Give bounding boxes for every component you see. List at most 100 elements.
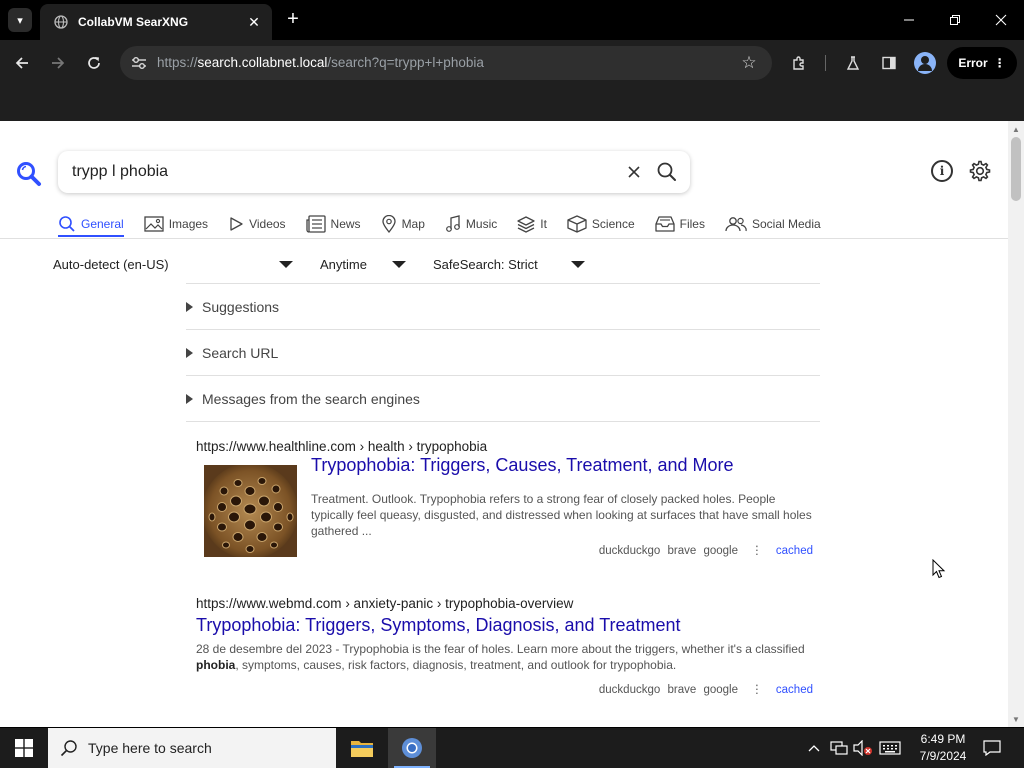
notifications-icon[interactable]	[980, 728, 1004, 768]
url-text[interactable]: https://search.collabnet.local/search?q=…	[157, 55, 484, 70]
scroll-down-arrow-icon[interactable]: ▼	[1008, 713, 1024, 725]
tab-music[interactable]: Music	[445, 213, 497, 235]
site-settings-icon[interactable]	[128, 52, 150, 74]
mouse-pointer-icon	[932, 559, 946, 579]
result-title-link[interactable]: Trypophobia: Triggers, Symptoms, Diagnos…	[196, 615, 814, 636]
tab-files[interactable]: Files	[654, 213, 705, 235]
panels-divider	[186, 421, 820, 422]
bookmarks-bar	[0, 86, 1024, 121]
tab-label: Music	[465, 217, 498, 231]
scroll-up-arrow-icon[interactable]: ▲	[1008, 123, 1024, 135]
system-clock[interactable]: 6:49 PM 7/9/2024	[908, 731, 978, 765]
settings-gear-icon[interactable]	[968, 159, 992, 183]
tab-science[interactable]: Science	[567, 213, 635, 235]
tab-videos[interactable]: Videos	[228, 213, 286, 235]
snippet-text: , symptoms, causes, risk factors, diagno…	[235, 658, 677, 672]
show-hidden-icons-chevron-icon[interactable]	[804, 728, 824, 768]
chrome-taskbar-button[interactable]	[388, 728, 436, 768]
clock-date: 7/9/2024	[919, 749, 967, 763]
close-window-button[interactable]	[978, 0, 1024, 40]
windows-taskbar: Type here to search 6:49 PM 7/9/2024	[0, 728, 1024, 768]
tab-label: Social Media	[751, 217, 821, 231]
search-submit-icon[interactable]	[656, 161, 680, 183]
keyboard-icon[interactable]	[876, 728, 904, 768]
tab-strip: ▾ CollabVM SearXNG ✕ +	[0, 0, 1024, 40]
search-url-panel[interactable]: Search URL	[186, 329, 820, 376]
minimize-button[interactable]	[886, 0, 932, 40]
tab-map[interactable]: Map	[381, 213, 425, 235]
chevron-down-icon[interactable]	[279, 261, 293, 268]
tab-it[interactable]: It	[517, 213, 547, 235]
panel-label: Messages from the search engines	[202, 391, 420, 407]
searxng-logo-icon[interactable]	[16, 161, 42, 187]
volume-muted-icon[interactable]	[852, 728, 874, 768]
clock-time: 6:49 PM	[920, 732, 966, 746]
globe-icon	[54, 15, 68, 29]
forward-button[interactable]	[45, 50, 71, 76]
cached-link[interactable]: cached	[776, 684, 813, 696]
scrollbar-thumb[interactable]	[1011, 137, 1021, 201]
result-url[interactable]: https://www.webmd.com › anxiety-panic › …	[196, 596, 814, 611]
engine-name: google	[703, 684, 738, 696]
tab-search-button[interactable]: ▾	[8, 8, 32, 32]
page-viewport: trypp l phobia i General Images Videos N…	[0, 121, 1008, 727]
reload-button[interactable]	[81, 50, 107, 76]
tab-news[interactable]: News	[305, 213, 361, 235]
result-breadcrumb: › anxiety-panic › trypophobia-overview	[345, 596, 574, 611]
start-button[interactable]	[0, 728, 48, 768]
engine-name: google	[703, 545, 738, 557]
chevron-down-icon[interactable]	[571, 261, 585, 268]
result-url[interactable]: https://www.healthline.com › health › tr…	[196, 439, 814, 454]
error-menu-button[interactable]: Error ⋮	[947, 47, 1017, 79]
search-input[interactable]: trypp l phobia	[72, 163, 168, 181]
safesearch-select[interactable]: SafeSearch: Strict	[433, 257, 538, 272]
url-path: /search?q=trypp+l+phobia	[327, 55, 484, 70]
chevron-down-icon[interactable]	[392, 261, 406, 268]
search-icon	[60, 740, 77, 757]
back-button[interactable]	[9, 50, 35, 76]
suggestions-panel[interactable]: Suggestions	[186, 283, 820, 330]
header-divider	[0, 238, 1008, 239]
chrome-icon	[402, 738, 422, 758]
result-title-link[interactable]: Trypophobia: Triggers, Causes, Treatment…	[311, 455, 734, 476]
tab-label: Videos	[249, 217, 286, 231]
layers-icon	[517, 216, 535, 233]
time-range-select[interactable]: Anytime	[320, 257, 367, 272]
result-host: https://www.healthline.com	[196, 439, 356, 454]
active-tab[interactable]: CollabVM SearXNG ✕	[40, 4, 272, 40]
labs-flask-icon[interactable]	[842, 52, 864, 74]
active-tab-indicator	[58, 235, 124, 237]
profile-avatar-icon[interactable]	[914, 52, 936, 74]
page-scrollbar[interactable]: ▲ ▼	[1008, 121, 1024, 727]
restore-button[interactable]	[932, 0, 978, 40]
side-panel-icon[interactable]	[878, 52, 900, 74]
cached-link[interactable]: cached	[776, 545, 813, 557]
taskbar-search-box[interactable]: Type here to search	[48, 728, 336, 768]
image-icon	[144, 216, 164, 232]
play-icon	[230, 217, 243, 231]
tab-label: It	[540, 217, 547, 231]
info-icon[interactable]: i	[931, 160, 953, 182]
tab-label: Science	[591, 217, 635, 231]
new-tab-button[interactable]: +	[282, 8, 304, 30]
tab-label: General	[81, 217, 124, 231]
result-breadcrumb: › health › trypophobia	[359, 439, 488, 454]
taskbar-search-placeholder: Type here to search	[88, 740, 212, 756]
tab-general[interactable]: General	[58, 213, 124, 235]
engine-name: duckduckgo	[598, 545, 661, 557]
tab-social-media[interactable]: Social Media	[725, 213, 821, 235]
network-icon[interactable]	[828, 728, 850, 768]
result-thumbnail[interactable]	[204, 465, 297, 557]
engine-messages-panel[interactable]: Messages from the search engines	[186, 375, 820, 422]
bookmark-star-icon[interactable]: ☆	[738, 52, 760, 74]
file-explorer-taskbar-button[interactable]	[338, 728, 386, 768]
url-host: search.collabnet.local	[197, 55, 328, 70]
result-engines: duckduckgo brave google ⋮ cached	[595, 682, 813, 696]
language-select[interactable]: Auto-detect (en-US)	[53, 257, 169, 272]
close-tab-icon[interactable]: ✕	[244, 12, 264, 32]
windows-logo-icon	[15, 739, 33, 757]
clear-search-icon[interactable]	[622, 161, 646, 183]
cube-icon	[567, 215, 587, 233]
tab-images[interactable]: Images	[144, 213, 208, 235]
extensions-icon[interactable]	[788, 52, 810, 74]
